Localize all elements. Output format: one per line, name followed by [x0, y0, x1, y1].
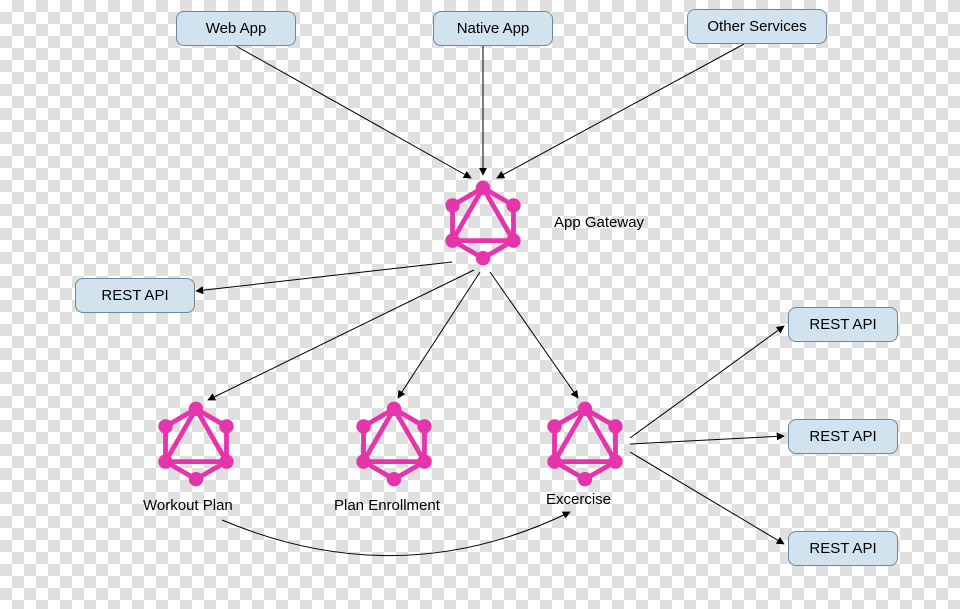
client-native-app: Native App — [433, 11, 553, 46]
rest-api-right-1: REST API — [788, 419, 898, 454]
graphql-icon — [443, 178, 523, 268]
graphql-icon — [354, 399, 434, 489]
rest-api-right-1-label: REST API — [809, 428, 876, 445]
rest-api-right-2: REST API — [788, 531, 898, 566]
rest-api-left-label: REST API — [101, 287, 168, 304]
client-native-app-label: Native App — [457, 20, 530, 37]
rest-api-left: REST API — [75, 278, 195, 313]
client-other-services-label: Other Services — [707, 18, 806, 35]
service-plan-enrollment-label: Plan Enrollment — [334, 497, 440, 514]
rest-api-right-0-label: REST API — [809, 316, 876, 333]
rest-api-right-2-label: REST API — [809, 540, 876, 557]
service-excercise-label: Excercise — [546, 491, 611, 508]
client-web-app-label: Web App — [206, 20, 267, 37]
client-other-services: Other Services — [687, 9, 827, 44]
client-web-app: Web App — [176, 11, 296, 46]
service-workout-plan-label: Workout Plan — [143, 497, 233, 514]
graphql-icon — [156, 399, 236, 489]
graphql-icon — [545, 399, 625, 489]
gateway-label: App Gateway — [554, 214, 644, 231]
rest-api-right-0: REST API — [788, 307, 898, 342]
